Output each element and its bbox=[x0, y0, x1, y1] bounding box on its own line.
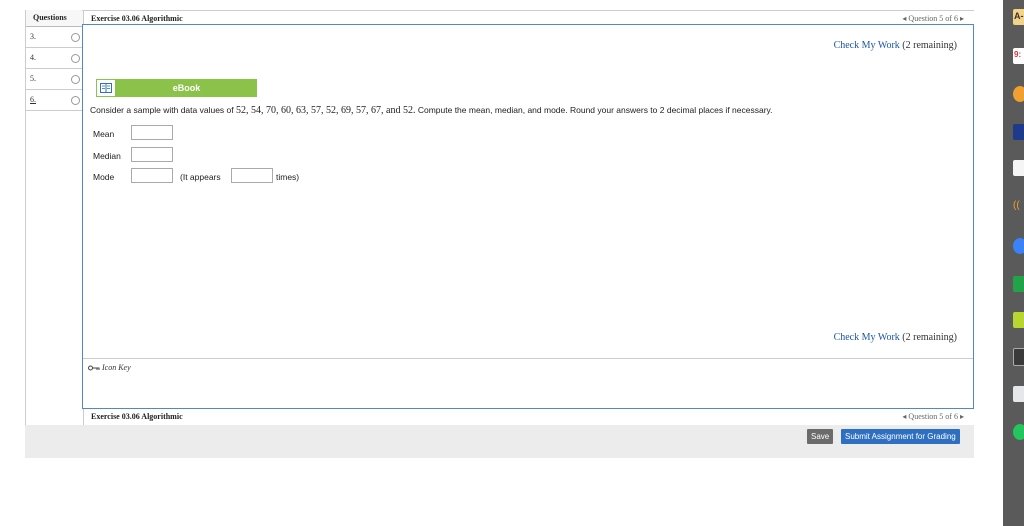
mean-input[interactable] bbox=[131, 125, 173, 140]
key-icon bbox=[88, 365, 100, 371]
app-dock: A- 9: (( bbox=[1003, 0, 1024, 526]
cloud-icon[interactable] bbox=[1013, 238, 1024, 254]
exercise-header: Exercise 03.06 Algorithmic ◂ Question 5 … bbox=[82, 10, 974, 25]
mode-input[interactable] bbox=[131, 168, 173, 183]
mode-label: Mode bbox=[93, 172, 115, 182]
check-my-work-bottom: Check My Work (2 remaining) bbox=[834, 332, 957, 343]
icon-key-label: Icon Key bbox=[102, 363, 131, 372]
calendar-icon[interactable]: 9: bbox=[1013, 48, 1024, 64]
mode-count-input[interactable] bbox=[231, 168, 273, 183]
question-number: 4. bbox=[30, 53, 36, 62]
question-number: 5. bbox=[30, 74, 36, 83]
app-icon[interactable] bbox=[1013, 424, 1024, 440]
icon-key-section: Icon Key bbox=[83, 358, 973, 409]
mean-label: Mean bbox=[93, 129, 115, 139]
status-circle-icon bbox=[71, 96, 80, 105]
action-footer: Save Submit Assignment for Grading bbox=[25, 425, 974, 458]
save-button[interactable]: Save bbox=[807, 429, 834, 444]
median-label: Median bbox=[93, 151, 121, 161]
question-nav[interactable]: ◂ Question 5 of 6 ▸ bbox=[902, 412, 964, 421]
question-item-5[interactable]: 5. bbox=[26, 69, 83, 90]
document-icon[interactable] bbox=[1013, 386, 1024, 402]
question-nav-label: Question 5 of 6 bbox=[908, 14, 958, 23]
app-icon[interactable] bbox=[1013, 348, 1024, 366]
submit-assignment-button[interactable]: Submit Assignment for Grading bbox=[841, 429, 960, 444]
chevron-right-icon[interactable]: ▸ bbox=[960, 14, 964, 23]
question-number: 6. bbox=[30, 95, 36, 104]
questions-panel: Questions 3. 4. 5. 6. bbox=[25, 10, 84, 425]
chevron-right-icon[interactable]: ▸ bbox=[960, 412, 964, 421]
status-circle-icon bbox=[71, 54, 80, 63]
remaining-count: (2 remaining) bbox=[902, 332, 957, 343]
question-frame: Check My Work (2 remaining) eBook Consid… bbox=[82, 24, 974, 409]
question-nav-label: Question 5 of 6 bbox=[908, 412, 958, 421]
status-circle-icon bbox=[71, 75, 80, 84]
prompt-after: Compute the mean, median, and mode. Roun… bbox=[417, 105, 773, 115]
questions-header: Questions bbox=[26, 10, 83, 27]
ebook-button[interactable]: eBook bbox=[96, 79, 257, 97]
book-icon bbox=[96, 79, 116, 97]
cart-icon[interactable] bbox=[1013, 312, 1024, 328]
dock-label: A- bbox=[1014, 11, 1024, 21]
median-input[interactable] bbox=[131, 147, 173, 162]
remaining-count: (2 remaining) bbox=[902, 40, 957, 51]
check-my-work-top: Check My Work (2 remaining) bbox=[834, 40, 957, 51]
wifi-icon[interactable]: (( bbox=[1013, 200, 1024, 216]
check-my-work-link[interactable]: Check My Work bbox=[834, 332, 900, 343]
chevron-left-icon[interactable]: ◂ bbox=[902, 14, 906, 23]
check-my-work-link[interactable]: Check My Work bbox=[834, 40, 900, 51]
icon-key-link[interactable]: Icon Key bbox=[88, 363, 131, 372]
book-app-icon[interactable] bbox=[1013, 124, 1024, 140]
app-icon[interactable] bbox=[1013, 86, 1024, 102]
drive-icon[interactable] bbox=[1013, 276, 1024, 292]
question-nav[interactable]: ◂ Question 5 of 6 ▸ bbox=[902, 14, 964, 23]
question-prompt: Consider a sample with data values of 52… bbox=[90, 105, 773, 116]
dock-label: 9: bbox=[1014, 50, 1022, 59]
status-circle-icon bbox=[71, 33, 80, 42]
document-icon[interactable] bbox=[1013, 160, 1024, 176]
question-item-3[interactable]: 3. bbox=[26, 27, 83, 48]
ebook-label: eBook bbox=[172, 83, 201, 93]
exercise-footer-header: Exercise 03.06 Algorithmic ◂ Question 5 … bbox=[82, 410, 974, 424]
it-appears-label: (It appears bbox=[180, 172, 221, 182]
dock-app-icon[interactable]: A- bbox=[1013, 9, 1024, 25]
exercise-title: Exercise 03.06 Algorithmic bbox=[91, 14, 183, 23]
question-item-6[interactable]: 6. bbox=[26, 90, 83, 111]
prompt-before: Consider a sample with data values of bbox=[90, 105, 234, 115]
times-label: times) bbox=[276, 172, 300, 182]
exercise-title: Exercise 03.06 Algorithmic bbox=[91, 412, 183, 421]
prompt-values: 52, 54, 70, 60, 63, 57, 52, 69, 57, 67, … bbox=[236, 105, 416, 116]
question-number: 3. bbox=[30, 32, 36, 41]
question-item-4[interactable]: 4. bbox=[26, 48, 83, 69]
chevron-left-icon[interactable]: ◂ bbox=[902, 412, 906, 421]
